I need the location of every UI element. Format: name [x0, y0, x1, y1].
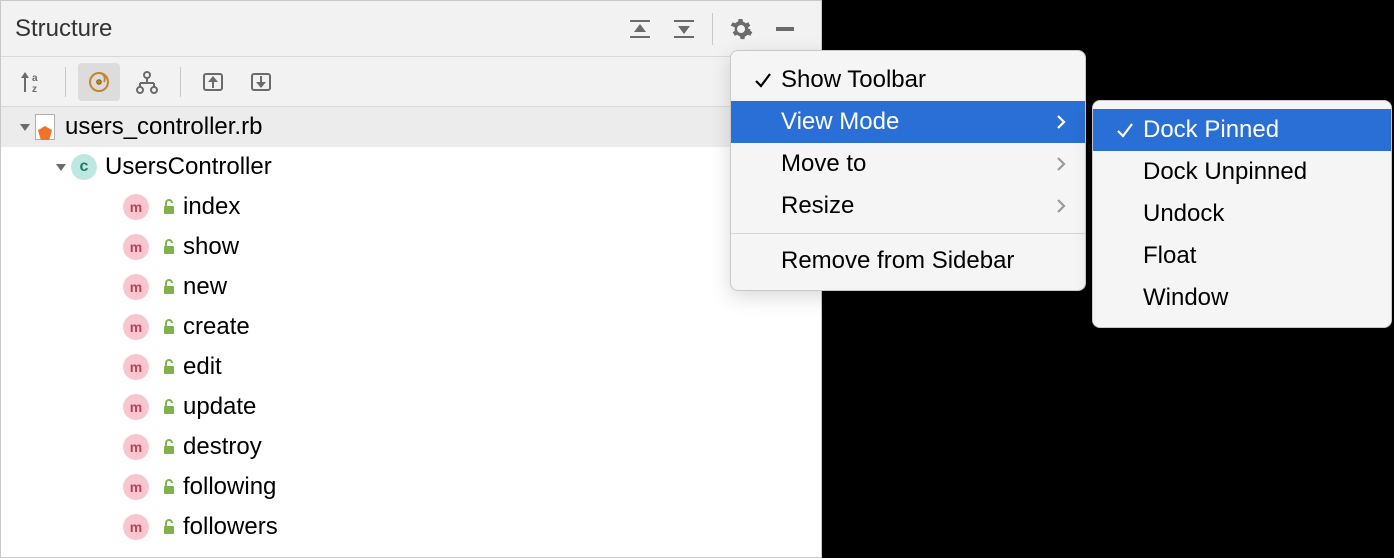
- menu-label: View Mode: [781, 108, 1055, 136]
- lock-open-icon: [161, 399, 177, 415]
- submenu-label: Dock Pinned: [1143, 116, 1373, 144]
- svg-text:a: a: [32, 73, 38, 84]
- lock-open-icon: [161, 359, 177, 375]
- method-label: create: [183, 313, 250, 341]
- lock-open-icon: [161, 439, 177, 455]
- menu-view-mode[interactable]: View Mode: [731, 101, 1085, 143]
- class-icon: c: [71, 154, 97, 180]
- menu-label: Remove from Sidebar: [781, 247, 1067, 275]
- panel-header: Structure: [1, 1, 821, 57]
- method-label: new: [183, 273, 227, 301]
- header-actions: [618, 9, 807, 49]
- submenu-label: Undock: [1143, 200, 1373, 228]
- panel-title: Structure: [15, 15, 618, 43]
- submenu-label: Dock Unpinned: [1143, 158, 1373, 186]
- tree-method-row[interactable]: m following: [1, 467, 821, 507]
- menu-resize[interactable]: Resize: [731, 185, 1085, 227]
- lock-open-icon: [161, 319, 177, 335]
- show-inherited-button[interactable]: [126, 63, 168, 101]
- submenu-window[interactable]: Window: [1093, 277, 1391, 319]
- chevron-down-icon[interactable]: [15, 120, 35, 134]
- method-icon: m: [123, 354, 149, 380]
- method-icon: m: [123, 314, 149, 340]
- chevron-right-icon: [1055, 198, 1067, 214]
- hide-button[interactable]: [763, 9, 807, 49]
- tree-class-row[interactable]: c UsersController: [1, 147, 821, 187]
- lock-open-icon: [161, 519, 177, 535]
- tree-method-row[interactable]: m index: [1, 187, 821, 227]
- svg-text:z: z: [32, 84, 37, 94]
- menu-label: Move to: [781, 150, 1055, 178]
- autoscroll-from-source-button[interactable]: [241, 63, 283, 101]
- method-icon: m: [123, 474, 149, 500]
- autoscroll-to-source-button[interactable]: [193, 63, 235, 101]
- ruby-file-icon: [35, 114, 57, 140]
- submenu-dock-unpinned[interactable]: Dock Unpinned: [1093, 151, 1391, 193]
- submenu-label: Window: [1143, 284, 1373, 312]
- menu-move-to[interactable]: Move to: [731, 143, 1085, 185]
- toolbar-separator-2: [180, 67, 181, 97]
- tree-method-row[interactable]: m new: [1, 267, 821, 307]
- lock-open-icon: [161, 239, 177, 255]
- structure-panel: Structure: [0, 0, 822, 558]
- submenu-dock-pinned[interactable]: Dock Pinned: [1093, 109, 1391, 151]
- header-separator: [712, 13, 713, 45]
- tree-method-row[interactable]: m show: [1, 227, 821, 267]
- method-icon: m: [123, 514, 149, 540]
- menu-label: Show Toolbar: [781, 66, 1067, 94]
- menu-label: Resize: [781, 192, 1055, 220]
- toolbar-separator: [65, 67, 66, 97]
- class-label: UsersController: [105, 153, 272, 181]
- tree-method-row[interactable]: m create: [1, 307, 821, 347]
- checkmark-icon: [745, 71, 781, 89]
- menu-remove-sidebar[interactable]: Remove from Sidebar: [731, 240, 1085, 282]
- settings-menu: Show Toolbar View Mode Move to Resize Re…: [730, 50, 1086, 291]
- view-mode-submenu: Dock Pinned Dock Unpinned Undock Float W…: [1092, 100, 1392, 328]
- method-label: show: [183, 233, 239, 261]
- method-label: destroy: [183, 433, 262, 461]
- chevron-right-icon: [1055, 114, 1067, 130]
- structure-tree: users_controller.rb c UsersController m i…: [1, 107, 821, 557]
- tree-method-row[interactable]: m edit: [1, 347, 821, 387]
- lock-open-icon: [161, 279, 177, 295]
- method-label: index: [183, 193, 240, 221]
- chevron-down-icon[interactable]: [51, 160, 71, 174]
- method-icon: m: [123, 234, 149, 260]
- file-label: users_controller.rb: [65, 113, 262, 141]
- tree-method-row[interactable]: m update: [1, 387, 821, 427]
- checkmark-icon: [1107, 121, 1143, 139]
- menu-show-toolbar[interactable]: Show Toolbar: [731, 59, 1085, 101]
- submenu-float[interactable]: Float: [1093, 235, 1391, 277]
- method-label: update: [183, 393, 256, 421]
- menu-separator: [731, 233, 1085, 234]
- submenu-label: Float: [1143, 242, 1373, 270]
- panel-toolbar: a z: [1, 57, 821, 107]
- method-label: followers: [183, 513, 278, 541]
- expand-all-button[interactable]: [618, 9, 662, 49]
- lock-open-icon: [161, 479, 177, 495]
- method-icon: m: [123, 274, 149, 300]
- show-fields-button[interactable]: [78, 63, 120, 101]
- chevron-right-icon: [1055, 156, 1067, 172]
- lock-open-icon: [161, 199, 177, 215]
- tree-method-row[interactable]: m followers: [1, 507, 821, 547]
- method-label: edit: [183, 353, 222, 381]
- method-label: following: [183, 473, 276, 501]
- gear-icon[interactable]: [719, 9, 763, 49]
- method-icon: m: [123, 434, 149, 460]
- method-icon: m: [123, 194, 149, 220]
- tree-file-row[interactable]: users_controller.rb: [1, 107, 821, 147]
- method-icon: m: [123, 394, 149, 420]
- collapse-all-button[interactable]: [662, 9, 706, 49]
- sort-alpha-button[interactable]: a z: [11, 63, 53, 101]
- tree-method-row[interactable]: m destroy: [1, 427, 821, 467]
- submenu-undock[interactable]: Undock: [1093, 193, 1391, 235]
